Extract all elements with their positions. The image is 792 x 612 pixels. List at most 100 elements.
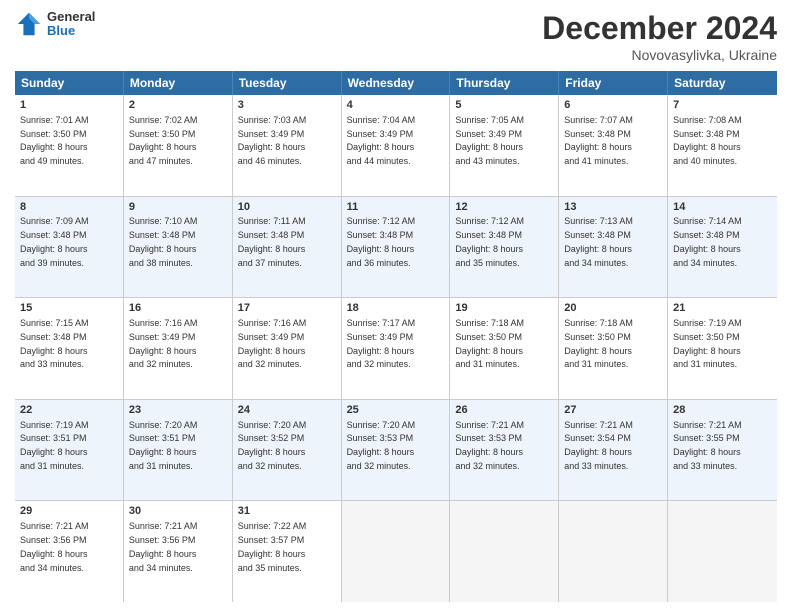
day-info: Sunrise: 7:01 AM Sunset: 3:50 PM Dayligh… xyxy=(20,115,89,166)
table-row: 15 Sunrise: 7:15 AM Sunset: 3:48 PM Dayli… xyxy=(15,298,124,399)
weekday-thursday: Thursday xyxy=(450,71,559,95)
day-info: Sunrise: 7:17 AM Sunset: 3:49 PM Dayligh… xyxy=(347,318,416,369)
day-number: 11 xyxy=(347,200,445,215)
day-info: Sunrise: 7:21 AM Sunset: 3:55 PM Dayligh… xyxy=(673,420,742,471)
day-info: Sunrise: 7:19 AM Sunset: 3:50 PM Dayligh… xyxy=(673,318,742,369)
logo-blue-text: Blue xyxy=(47,24,95,38)
day-number: 18 xyxy=(347,301,445,316)
table-row: 29 Sunrise: 7:21 AM Sunset: 3:56 PM Dayli… xyxy=(15,501,124,602)
table-row: 13Sunrise: 7:13 AM Sunset: 3:48 PM Dayli… xyxy=(559,197,668,298)
table-row: 12Sunrise: 7:12 AM Sunset: 3:48 PM Dayli… xyxy=(450,197,559,298)
table-row: 23 Sunrise: 7:20 AM Sunset: 3:51 PM Dayli… xyxy=(124,400,233,501)
logo-text: General Blue xyxy=(47,10,95,39)
day-number: 22 xyxy=(20,403,118,418)
calendar-row-3: 15 Sunrise: 7:15 AM Sunset: 3:48 PM Dayli… xyxy=(15,298,777,400)
day-number: 30 xyxy=(129,504,227,519)
logo-icon xyxy=(15,10,43,38)
weekday-wednesday: Wednesday xyxy=(342,71,451,95)
page: General Blue December 2024 Novovasylivka… xyxy=(0,0,792,612)
day-number: 1 xyxy=(20,98,118,113)
day-number: 29 xyxy=(20,504,118,519)
weekday-sunday: Sunday xyxy=(15,71,124,95)
calendar: Sunday Monday Tuesday Wednesday Thursday… xyxy=(15,71,777,602)
day-info: Sunrise: 7:05 AM Sunset: 3:49 PM Dayligh… xyxy=(455,115,524,166)
day-number: 23 xyxy=(129,403,227,418)
calendar-header: Sunday Monday Tuesday Wednesday Thursday… xyxy=(15,71,777,95)
weekday-tuesday: Tuesday xyxy=(233,71,342,95)
day-number: 19 xyxy=(455,301,553,316)
table-row: 11Sunrise: 7:12 AM Sunset: 3:48 PM Dayli… xyxy=(342,197,451,298)
location: Novovasylivka, Ukraine xyxy=(542,47,777,63)
weekday-monday: Monday xyxy=(124,71,233,95)
day-number: 5 xyxy=(455,98,553,113)
day-number: 14 xyxy=(673,200,772,215)
month-title: December 2024 xyxy=(542,10,777,47)
table-row: 14Sunrise: 7:14 AM Sunset: 3:48 PM Dayli… xyxy=(668,197,777,298)
logo: General Blue xyxy=(15,10,95,39)
day-number: 6 xyxy=(564,98,662,113)
header: General Blue December 2024 Novovasylivka… xyxy=(15,10,777,63)
day-number: 26 xyxy=(455,403,553,418)
day-info: Sunrise: 7:15 AM Sunset: 3:48 PM Dayligh… xyxy=(20,318,89,369)
table-row: 7Sunrise: 7:08 AM Sunset: 3:48 PM Daylig… xyxy=(668,95,777,196)
table-row: 19Sunrise: 7:18 AM Sunset: 3:50 PM Dayli… xyxy=(450,298,559,399)
calendar-row-2: 8Sunrise: 7:09 AM Sunset: 3:48 PM Daylig… xyxy=(15,197,777,299)
day-info: Sunrise: 7:18 AM Sunset: 3:50 PM Dayligh… xyxy=(564,318,633,369)
table-row: 28 Sunrise: 7:21 AM Sunset: 3:55 PM Dayli… xyxy=(668,400,777,501)
day-info: Sunrise: 7:20 AM Sunset: 3:51 PM Dayligh… xyxy=(129,420,198,471)
day-info: Sunrise: 7:10 AM Sunset: 3:48 PM Dayligh… xyxy=(129,216,198,267)
day-number: 12 xyxy=(455,200,553,215)
table-row: 26Sunrise: 7:21 AM Sunset: 3:53 PM Dayli… xyxy=(450,400,559,501)
table-row: 31 Sunrise: 7:22 AM Sunset: 3:57 PM Dayli… xyxy=(233,501,342,602)
day-number: 3 xyxy=(238,98,336,113)
day-number: 17 xyxy=(238,301,336,316)
table-row: 9Sunrise: 7:10 AM Sunset: 3:48 PM Daylig… xyxy=(124,197,233,298)
table-row: 30 Sunrise: 7:21 AM Sunset: 3:56 PM Dayli… xyxy=(124,501,233,602)
day-number: 31 xyxy=(238,504,336,519)
day-number: 13 xyxy=(564,200,662,215)
calendar-body: 1 Sunrise: 7:01 AM Sunset: 3:50 PM Daylig… xyxy=(15,95,777,602)
day-info: Sunrise: 7:08 AM Sunset: 3:48 PM Dayligh… xyxy=(673,115,742,166)
table-row: 24Sunrise: 7:20 AM Sunset: 3:52 PM Dayli… xyxy=(233,400,342,501)
day-info: Sunrise: 7:20 AM Sunset: 3:53 PM Dayligh… xyxy=(347,420,416,471)
table-row: 10Sunrise: 7:11 AM Sunset: 3:48 PM Dayli… xyxy=(233,197,342,298)
day-number: 8 xyxy=(20,200,118,215)
table-row: 20 Sunrise: 7:18 AM Sunset: 3:50 PM Dayli… xyxy=(559,298,668,399)
table-row xyxy=(559,501,668,602)
day-info: Sunrise: 7:22 AM Sunset: 3:57 PM Dayligh… xyxy=(238,521,307,572)
day-info: Sunrise: 7:21 AM Sunset: 3:56 PM Dayligh… xyxy=(20,521,89,572)
day-number: 4 xyxy=(347,98,445,113)
calendar-row-4: 22 Sunrise: 7:19 AM Sunset: 3:51 PM Dayli… xyxy=(15,400,777,502)
day-info: Sunrise: 7:20 AM Sunset: 3:52 PM Dayligh… xyxy=(238,420,307,471)
day-number: 21 xyxy=(673,301,772,316)
table-row: 22 Sunrise: 7:19 AM Sunset: 3:51 PM Dayli… xyxy=(15,400,124,501)
day-number: 20 xyxy=(564,301,662,316)
table-row: 18 Sunrise: 7:17 AM Sunset: 3:49 PM Dayli… xyxy=(342,298,451,399)
table-row: 27 Sunrise: 7:21 AM Sunset: 3:54 PM Dayli… xyxy=(559,400,668,501)
table-row: 25 Sunrise: 7:20 AM Sunset: 3:53 PM Dayli… xyxy=(342,400,451,501)
day-number: 25 xyxy=(347,403,445,418)
day-info: Sunrise: 7:02 AM Sunset: 3:50 PM Dayligh… xyxy=(129,115,198,166)
weekday-friday: Friday xyxy=(559,71,668,95)
table-row xyxy=(668,501,777,602)
table-row: 8Sunrise: 7:09 AM Sunset: 3:48 PM Daylig… xyxy=(15,197,124,298)
calendar-row-1: 1 Sunrise: 7:01 AM Sunset: 3:50 PM Daylig… xyxy=(15,95,777,197)
table-row: 17Sunrise: 7:16 AM Sunset: 3:49 PM Dayli… xyxy=(233,298,342,399)
calendar-row-5: 29 Sunrise: 7:21 AM Sunset: 3:56 PM Dayli… xyxy=(15,501,777,602)
day-number: 16 xyxy=(129,301,227,316)
day-info: Sunrise: 7:21 AM Sunset: 3:54 PM Dayligh… xyxy=(564,420,633,471)
day-number: 2 xyxy=(129,98,227,113)
table-row: 21 Sunrise: 7:19 AM Sunset: 3:50 PM Dayli… xyxy=(668,298,777,399)
day-number: 27 xyxy=(564,403,662,418)
day-number: 28 xyxy=(673,403,772,418)
table-row xyxy=(342,501,451,602)
day-number: 10 xyxy=(238,200,336,215)
table-row: 3Sunrise: 7:03 AM Sunset: 3:49 PM Daylig… xyxy=(233,95,342,196)
day-number: 9 xyxy=(129,200,227,215)
day-info: Sunrise: 7:13 AM Sunset: 3:48 PM Dayligh… xyxy=(564,216,633,267)
day-info: Sunrise: 7:19 AM Sunset: 3:51 PM Dayligh… xyxy=(20,420,89,471)
title-block: December 2024 Novovasylivka, Ukraine xyxy=(542,10,777,63)
day-number: 15 xyxy=(20,301,118,316)
day-info: Sunrise: 7:21 AM Sunset: 3:56 PM Dayligh… xyxy=(129,521,198,572)
day-info: Sunrise: 7:07 AM Sunset: 3:48 PM Dayligh… xyxy=(564,115,633,166)
